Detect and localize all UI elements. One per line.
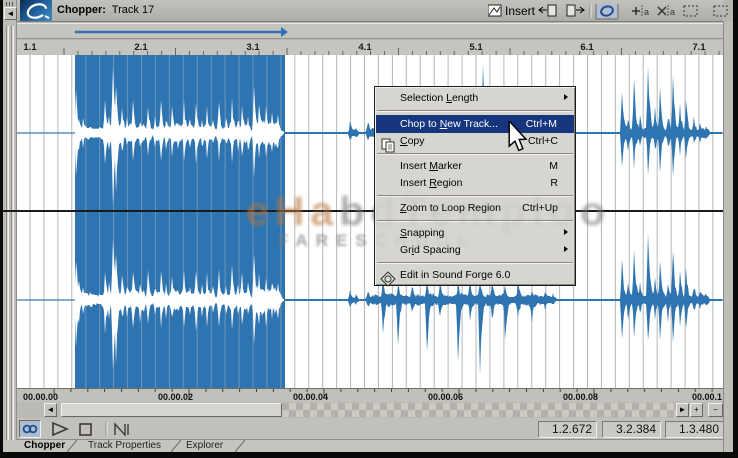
svg-text:a: a <box>644 7 649 17</box>
svg-text:Insert: Insert <box>505 4 536 18</box>
svg-text:a: a <box>670 7 675 17</box>
